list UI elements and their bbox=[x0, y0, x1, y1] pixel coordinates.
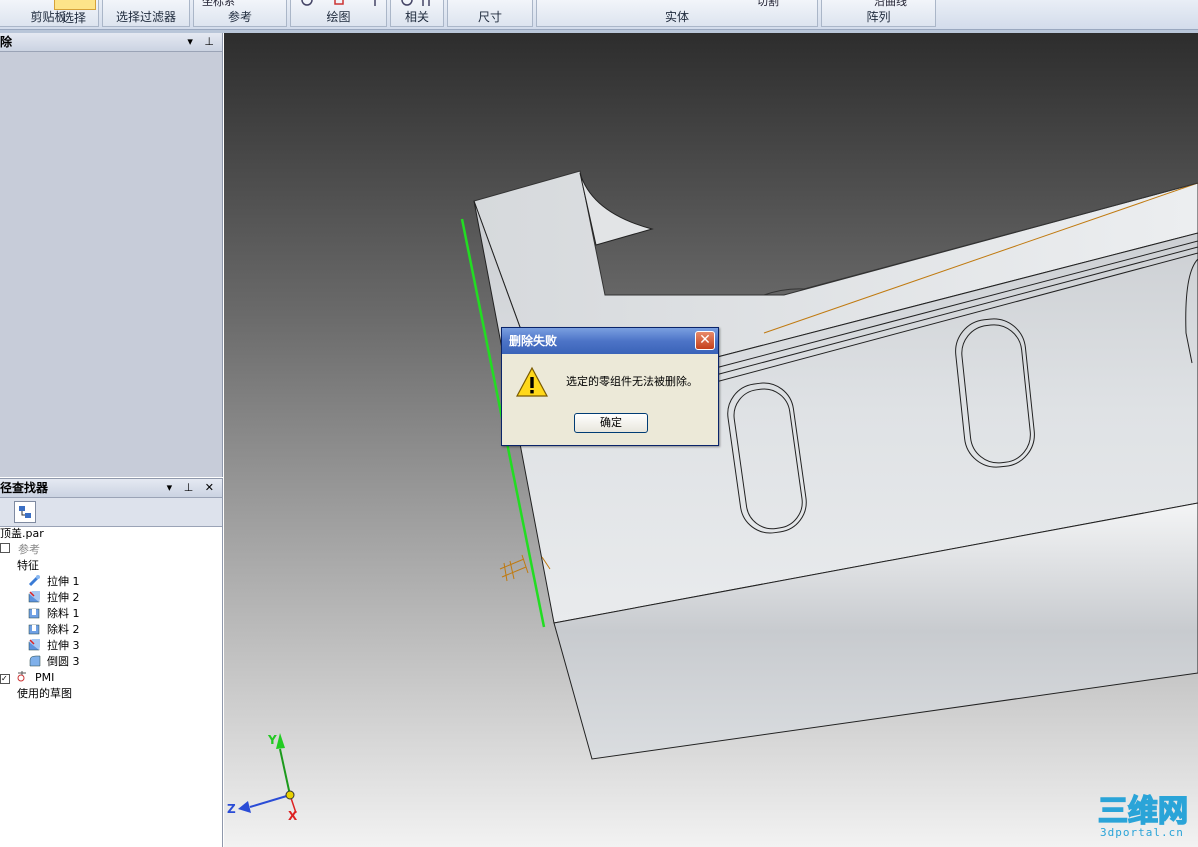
ribbon-group-pattern[interactable]: 沿曲线 阵列 bbox=[821, 0, 936, 27]
tree-item-label: 拉伸 2 bbox=[47, 591, 80, 604]
ribbon-group-label: 阵列 bbox=[866, 10, 891, 24]
tree-item-label: 顶盖.par bbox=[0, 527, 44, 540]
ribbon-group-label: 尺寸 bbox=[477, 10, 502, 24]
tree-item-label: 拉伸 3 bbox=[47, 639, 80, 652]
ribbon-group-dimension[interactable]: 尺寸 bbox=[447, 0, 533, 27]
ribbon-group-draw[interactable]: 绘图 bbox=[290, 0, 387, 27]
tree-item-used-sketches[interactable]: 使用的草图 bbox=[0, 686, 220, 702]
pane-header: 除 ▾ ⊥ bbox=[0, 33, 222, 52]
watermark-text: 三维网 bbox=[1098, 794, 1188, 825]
tree-icon bbox=[19, 506, 31, 518]
ribbon-group-select-filter[interactable]: 选择过滤器 bbox=[102, 0, 190, 27]
cutout-icon bbox=[28, 608, 40, 619]
axis-y-label: Y bbox=[268, 733, 277, 747]
pmi-icon bbox=[17, 671, 26, 682]
round-icon bbox=[29, 655, 41, 667]
left-top-pane: 除 ▾ ⊥ bbox=[0, 33, 223, 477]
dialog-message: 选定的零组件无法被删除。 bbox=[566, 375, 698, 388]
extrude-icon bbox=[28, 574, 41, 587]
pane-controls[interactable]: ▾ ⊥ ✕ bbox=[167, 479, 218, 497]
ribbon-group-relate[interactable]: 相关 bbox=[390, 0, 444, 27]
dialog-title: 删除失败 bbox=[509, 334, 558, 348]
ribbon-group-label: 参考 bbox=[227, 10, 252, 24]
relate-tools-icons[interactable] bbox=[397, 0, 437, 8]
close-icon[interactable]: ✕ bbox=[695, 331, 715, 350]
tree-item-extrude-2[interactable]: 拉伸 2 bbox=[0, 590, 220, 606]
delete-failed-dialog: 删除失败 ✕ 选定的零组件无法被删除。 确定 bbox=[501, 327, 719, 446]
tree-item-extrude-3[interactable]: 拉伸 3 bbox=[0, 638, 220, 654]
ok-button[interactable]: 确定 bbox=[574, 413, 648, 433]
feature-tree: 顶盖.par 参考 特征 拉伸 1 拉伸 2 除料 1 除料 2 拉伸 3 倒圆… bbox=[0, 526, 220, 702]
tree-item-label: 参考 bbox=[18, 543, 40, 556]
tree-item-label: 特征 bbox=[17, 559, 39, 572]
pathfinder-pane: 径查找器 ▾ ⊥ ✕ 顶盖.par 参考 特征 拉伸 1 拉伸 2 除料 1 除… bbox=[0, 478, 223, 847]
tree-item-features[interactable]: 特征 bbox=[0, 558, 220, 574]
tree-item-file[interactable]: 顶盖.par bbox=[0, 526, 220, 542]
tree-item-label: 除料 2 bbox=[47, 623, 80, 636]
tree-item-reference[interactable]: 参考 bbox=[0, 542, 220, 558]
pane-header: 径查找器 ▾ ⊥ ✕ bbox=[0, 478, 222, 498]
pane-title: 径查找器 bbox=[0, 481, 49, 495]
axis-x-label: X bbox=[288, 809, 298, 823]
tree-item-pmi[interactable]: ✓ PMI bbox=[0, 670, 220, 686]
extrude-icon bbox=[28, 639, 40, 651]
tree-item-extrude-1[interactable]: 拉伸 1 bbox=[0, 574, 220, 590]
tree-item-cutout-2[interactable]: 除料 2 bbox=[0, 622, 220, 638]
tree-item-label: 拉伸 1 bbox=[47, 575, 80, 588]
ribbon-group-reference[interactable]: 坐标系 参考 bbox=[193, 0, 287, 27]
tree-item-label: 使用的草图 bbox=[17, 687, 72, 700]
tree-item-label: 倒圆 3 bbox=[47, 655, 80, 668]
checkbox-checked-icon[interactable]: ✓ bbox=[0, 674, 10, 684]
watermark-logo: 三维网 bbox=[1098, 793, 1189, 825]
dialog-title-bar[interactable]: 删除失败 ✕ bbox=[502, 328, 718, 354]
ribbon-group-label: 相关 bbox=[404, 10, 429, 24]
extrude-icon bbox=[28, 591, 40, 603]
checkbox-icon[interactable] bbox=[0, 543, 10, 553]
tree-item-label: 除料 1 bbox=[47, 607, 80, 620]
axis-z-label: Z bbox=[227, 802, 236, 816]
draw-tools-icons[interactable] bbox=[297, 0, 387, 8]
ribbon-group-label: 实体 bbox=[664, 10, 689, 24]
tree-item-round-3[interactable]: 倒圆 3 bbox=[0, 654, 220, 670]
cutout-icon bbox=[28, 624, 40, 635]
pathfinder-toolbar bbox=[0, 498, 222, 527]
ribbon-group-select[interactable]: 选择 bbox=[50, 0, 98, 27]
ribbon-group-solid[interactable]: 切割 实体 bbox=[536, 0, 818, 27]
tree-item-cutout-1[interactable]: 除料 1 bbox=[0, 606, 220, 622]
tree-item-label: PMI bbox=[35, 671, 55, 684]
ribbon-group-label: 绘图 bbox=[326, 10, 351, 24]
warning-icon bbox=[516, 366, 548, 397]
ribbon-toolbar: 剪贴板 选择 选择过滤器 坐标系 参考 绘图 相关 尺寸 切割 实体 沿曲线 阵… bbox=[0, 0, 1198, 30]
pane-controls[interactable]: ▾ ⊥ bbox=[187, 33, 218, 51]
tree-view-button[interactable] bbox=[14, 501, 36, 523]
ribbon-group-label: 选择过滤器 bbox=[115, 10, 176, 24]
watermark-subtext: 3dportal.cn bbox=[1100, 826, 1184, 839]
ribbon-group-label: 选择 bbox=[61, 11, 86, 25]
pane-title: 除 bbox=[0, 35, 13, 49]
